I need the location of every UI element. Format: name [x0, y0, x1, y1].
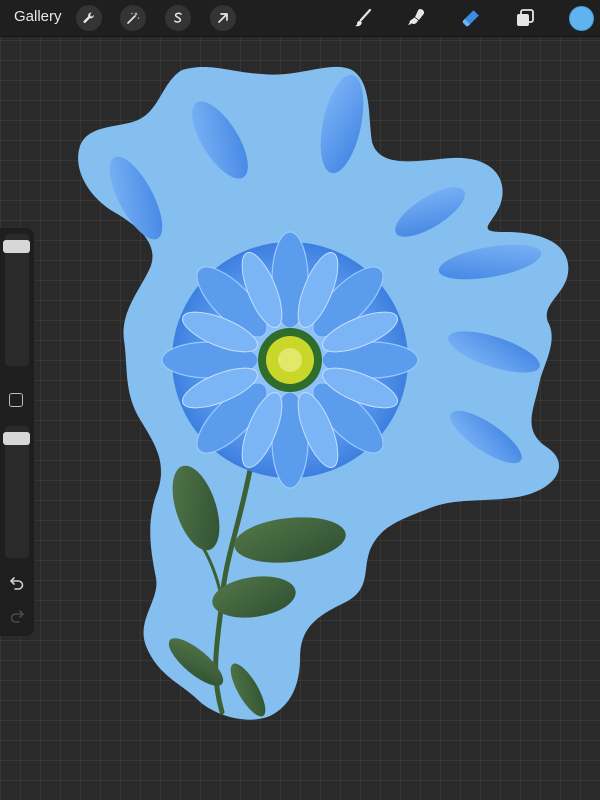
brush-size-knob[interactable]: [3, 239, 30, 253]
opacity-slider[interactable]: [5, 426, 29, 558]
redo-icon[interactable]: [7, 606, 27, 626]
blue-flower: [161, 231, 419, 489]
undo-icon[interactable]: [7, 573, 27, 593]
square-icon[interactable]: [9, 393, 23, 407]
canvas-artwork[interactable]: [0, 0, 600, 800]
opacity-knob[interactable]: [3, 432, 30, 445]
brush-size-slider[interactable]: [5, 234, 29, 366]
left-sidebar: [0, 228, 34, 636]
